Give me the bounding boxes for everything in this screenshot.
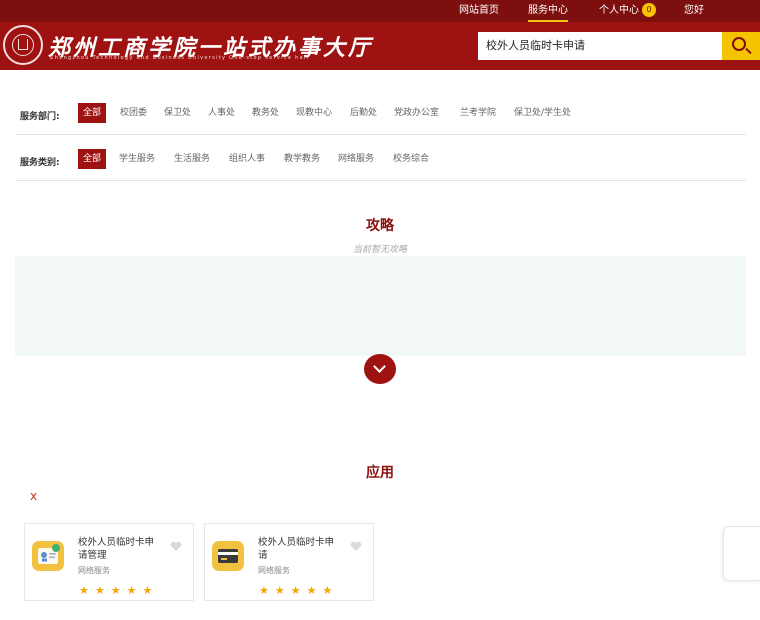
floating-side-widget[interactable]	[723, 526, 760, 581]
favorite-heart-icon[interactable]	[350, 541, 362, 552]
guide-panel	[15, 256, 746, 356]
apps-section-title: 应用	[366, 465, 394, 481]
app-card-category: 网络服务	[78, 566, 110, 575]
search-input[interactable]: 校外人员临时卡申请	[478, 32, 724, 60]
department-option[interactable]: 人事处	[208, 103, 235, 123]
close-icon[interactable]: x	[30, 489, 37, 503]
department-option[interactable]: 保卫处	[164, 103, 191, 123]
department-option[interactable]: 校团委	[120, 103, 147, 123]
category-option[interactable]: 学生服务	[119, 149, 155, 169]
rating-stars: ★★★★★	[79, 584, 158, 597]
site-subtitle: Zhengzhou Technology and Business Univer…	[50, 55, 310, 61]
star-icon: ★	[322, 584, 339, 597]
search-button[interactable]	[722, 32, 760, 60]
category-option[interactable]: 校务综合	[393, 149, 429, 169]
category-option[interactable]: 生活服务	[174, 149, 210, 169]
nav-service-center-link[interactable]: 服务中心	[528, 0, 568, 22]
category-option-all[interactable]: 全部	[78, 149, 107, 169]
department-option[interactable]: 现教中心	[296, 103, 332, 123]
nav-personal-center-link[interactable]: 个人中心 0	[599, 0, 656, 22]
department-option[interactable]: 兰考学院	[460, 103, 496, 123]
category-option[interactable]: 组织人事	[229, 149, 265, 169]
department-option[interactable]: 教务处	[252, 103, 279, 123]
star-icon: ★	[110, 584, 127, 597]
favorite-heart-icon[interactable]	[170, 541, 182, 552]
star-icon: ★	[274, 584, 291, 597]
category-option[interactable]: 网络服务	[338, 149, 374, 169]
department-option[interactable]: 保卫处/学生处	[514, 103, 571, 123]
rating-stars: ★★★★★	[259, 584, 338, 597]
id-card-icon	[32, 541, 64, 571]
category-option[interactable]: 教学教务	[284, 149, 320, 169]
department-option[interactable]: 后勤处	[350, 103, 377, 123]
chevron-down-icon	[373, 360, 386, 373]
category-filter-label: 服务类别:	[20, 158, 60, 168]
app-card-name: 校外人员临时卡申请	[258, 537, 335, 561]
card-reader-icon	[212, 541, 244, 571]
star-icon: ★	[290, 584, 307, 597]
department-filter-label: 服务部门:	[20, 112, 60, 122]
app-card[interactable]: 校外人员临时卡申请 网络服务 ★★★★★	[204, 523, 374, 601]
notification-badge: 0	[642, 3, 656, 17]
filter-divider	[15, 134, 746, 135]
category-filter: 服务类别: 全部 学生服务 生活服务 组织人事 教学教务 网络服务 校务综合	[20, 147, 746, 173]
expand-guide-button[interactable]	[364, 354, 396, 384]
app-card-name: 校外人员临时卡申请管理	[78, 537, 155, 561]
app-card[interactable]: 校外人员临时卡申请管理 网络服务 ★★★★★	[24, 523, 194, 601]
star-icon: ★	[306, 584, 323, 597]
star-icon: ★	[142, 584, 159, 597]
department-option-all[interactable]: 全部	[78, 103, 107, 123]
search-icon	[732, 37, 746, 51]
nav-greeting[interactable]: 您好	[684, 0, 704, 22]
star-icon: ★	[79, 584, 95, 597]
university-logo-icon	[3, 25, 43, 65]
department-option[interactable]: 党政办公室	[394, 103, 439, 123]
nav-home-link[interactable]: 网站首页	[459, 0, 499, 22]
department-filter: 服务部门: 全部 校团委 保卫处 人事处 教务处 现教中心 后勤处 党政办公室 …	[20, 101, 746, 127]
star-icon: ★	[94, 584, 111, 597]
nav-personal-center-label: 个人中心	[599, 5, 639, 16]
app-card-category: 网络服务	[258, 566, 290, 575]
guide-section-title: 攻略	[366, 218, 394, 234]
star-icon: ★	[259, 584, 275, 597]
guide-empty-message: 当前暂无攻略	[352, 245, 407, 255]
filter-divider	[15, 180, 746, 181]
star-icon: ★	[126, 584, 143, 597]
